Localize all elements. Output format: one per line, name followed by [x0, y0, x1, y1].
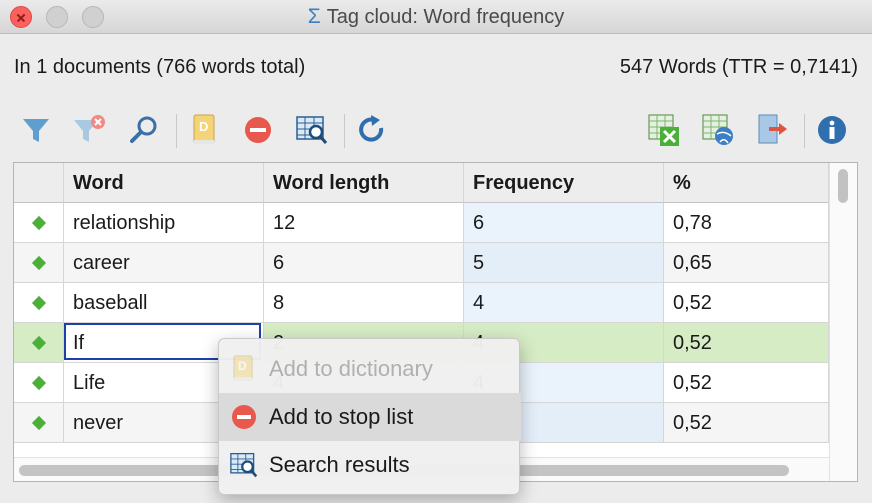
- vertical-scrollbar-thumb[interactable]: [838, 169, 848, 203]
- toolbar-separator: [344, 114, 345, 148]
- context-menu: D Add to dictionary Add to stop list Sea…: [218, 338, 521, 495]
- word-cell[interactable]: career: [64, 243, 264, 283]
- word-length-cell[interactable]: 6: [264, 243, 464, 283]
- column-header-word-length[interactable]: Word length: [264, 163, 464, 203]
- menu-item-label: Search results: [269, 452, 410, 477]
- row-marker: [14, 363, 64, 403]
- word-length-cell[interactable]: 12: [264, 203, 464, 243]
- row-marker: [14, 203, 64, 243]
- excel-export-icon[interactable]: [644, 110, 684, 150]
- vertical-scrollbar[interactable]: [829, 163, 857, 481]
- row-marker: [14, 403, 64, 443]
- menu-item-label: Add to stop list: [269, 404, 414, 429]
- stop-list-icon[interactable]: [238, 110, 278, 150]
- document-summary: In 1 documents (766 words total): [14, 56, 306, 78]
- refresh-icon[interactable]: [352, 110, 392, 150]
- table-row[interactable]: baseball 8 4 0,52: [14, 283, 829, 323]
- word-count-summary: 547 Words (TTR = 0,7141): [619, 56, 858, 78]
- row-marker: [14, 323, 64, 363]
- percent-cell[interactable]: 0,52: [664, 323, 829, 363]
- diamond-icon: [31, 255, 46, 270]
- word-cell[interactable]: relationship: [64, 203, 264, 243]
- remove-filter-icon[interactable]: [70, 110, 110, 150]
- search-icon[interactable]: [124, 110, 164, 150]
- menu-item-add-to-stop-list[interactable]: Add to stop list: [219, 393, 521, 441]
- menu-item-label: Add to dictionary: [269, 356, 433, 381]
- percent-cell[interactable]: 0,78: [664, 203, 829, 243]
- dictionary-icon: D: [219, 345, 269, 393]
- percent-cell[interactable]: 0,52: [664, 283, 829, 323]
- html-export-icon[interactable]: [698, 110, 738, 150]
- table-row[interactable]: relationship 12 6 0,78: [14, 203, 829, 243]
- svg-text:D: D: [238, 359, 247, 373]
- diamond-icon: [31, 415, 46, 430]
- filter-icon[interactable]: [16, 110, 56, 150]
- toolbar: D: [0, 104, 872, 156]
- stop-list-icon: [219, 393, 269, 441]
- menu-item-search-results[interactable]: Search results: [219, 441, 521, 489]
- toolbar-separator: [176, 114, 177, 148]
- window-title: Tag cloud: Word frequency: [326, 6, 565, 28]
- percent-cell[interactable]: 0,52: [664, 403, 829, 443]
- table-row[interactable]: career 6 5 0,65: [14, 243, 829, 283]
- diamond-icon: [31, 295, 46, 310]
- svg-text:D: D: [199, 119, 208, 134]
- frequency-cell[interactable]: 4: [464, 283, 664, 323]
- row-marker: [14, 243, 64, 283]
- word-cell[interactable]: baseball: [64, 283, 264, 323]
- toolbar-separator: [804, 114, 805, 148]
- menu-item-add-to-dictionary[interactable]: D Add to dictionary: [219, 345, 521, 393]
- diamond-icon: [31, 375, 46, 390]
- search-results-icon: [219, 441, 269, 489]
- column-header-frequency[interactable]: Frequency: [464, 163, 664, 203]
- percent-cell[interactable]: 0,65: [664, 243, 829, 283]
- column-header-percent[interactable]: %: [664, 163, 829, 203]
- table-header-row: Word Word length Frequency %: [14, 163, 829, 203]
- info-icon[interactable]: [812, 110, 852, 150]
- word-length-cell[interactable]: 8: [264, 283, 464, 323]
- dictionary-icon[interactable]: D: [184, 110, 224, 150]
- row-marker: [14, 283, 64, 323]
- diamond-icon: [31, 335, 46, 350]
- frequency-cell[interactable]: 6: [464, 203, 664, 243]
- percent-cell[interactable]: 0,52: [664, 363, 829, 403]
- column-header-marker[interactable]: [14, 163, 64, 203]
- sigma-icon: Σ: [307, 5, 321, 28]
- window-titlebar: Σ Tag cloud: Word frequency: [0, 0, 872, 34]
- diamond-icon: [31, 215, 46, 230]
- window-title-wrap: Σ Tag cloud: Word frequency: [0, 5, 872, 29]
- search-results-icon[interactable]: [292, 110, 332, 150]
- export-icon[interactable]: [752, 110, 792, 150]
- column-header-word[interactable]: Word: [64, 163, 264, 203]
- frequency-cell[interactable]: 5: [464, 243, 664, 283]
